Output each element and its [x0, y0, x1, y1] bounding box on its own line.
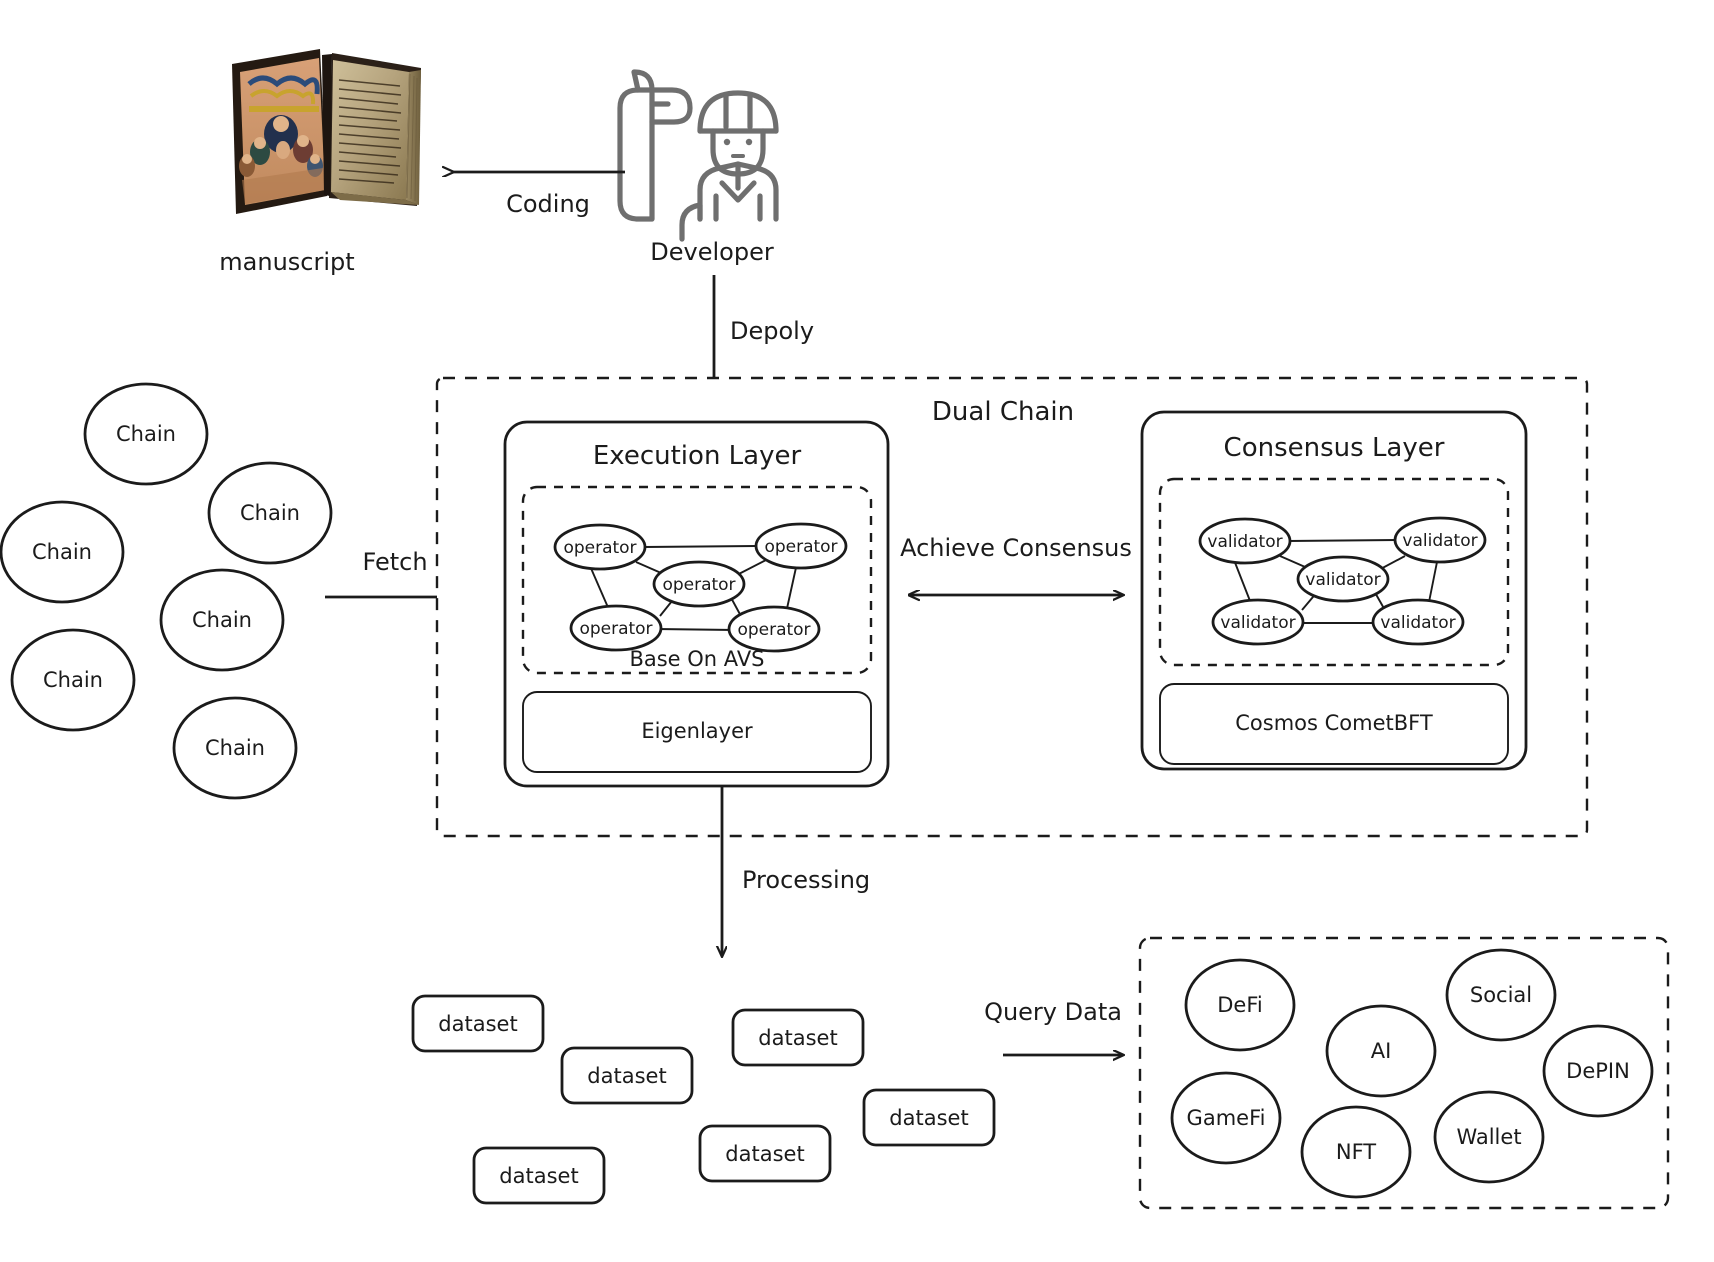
- arrow-query-data-label: Query Data: [984, 998, 1122, 1026]
- chain-node-label: Chain: [116, 422, 176, 446]
- operator-node-label: operator: [579, 619, 652, 639]
- dataset-node[interactable]: dataset: [472, 1146, 606, 1205]
- dual-chain-title: Dual Chain: [932, 397, 1074, 427]
- chain-node[interactable]: Chain: [10, 628, 136, 732]
- validator-node-label: validator: [1380, 613, 1455, 633]
- developer-label: Developer: [650, 238, 774, 266]
- operator-node[interactable]: operator: [652, 560, 746, 608]
- dataset-node-label: dataset: [889, 1106, 968, 1130]
- validator-node-label: validator: [1305, 570, 1380, 590]
- manuscript-label: manuscript: [219, 248, 354, 276]
- arrow-depoly-label: Depoly: [730, 317, 814, 345]
- application-label: DeFi: [1217, 993, 1262, 1017]
- dataset-node-label: dataset: [438, 1012, 517, 1036]
- arrow-processing-label: Processing: [742, 866, 870, 894]
- arrow-fetch-label: Fetch: [362, 548, 427, 576]
- diagram-svg: manuscript Developer Coding Depoly Chain…: [0, 49, 1670, 1210]
- diagram-canvas: manuscript Developer Coding Depoly Chain…: [0, 0, 1714, 1262]
- application-node-depin[interactable]: DePIN: [1542, 1024, 1654, 1118]
- chain-node[interactable]: Chain: [159, 568, 285, 672]
- chain-node[interactable]: Chain: [83, 382, 209, 486]
- dataset-cluster: dataset dataset dataset dataset dataset …: [411, 994, 996, 1205]
- application-label: GameFi: [1187, 1106, 1266, 1130]
- validator-node[interactable]: validator: [1211, 598, 1305, 646]
- dataset-node-label: dataset: [725, 1142, 804, 1166]
- chain-node-label: Chain: [205, 736, 265, 760]
- operator-node-label: operator: [563, 538, 636, 558]
- operator-node[interactable]: operator: [727, 605, 821, 653]
- validator-node[interactable]: validator: [1371, 598, 1465, 646]
- dataset-node[interactable]: dataset: [731, 1008, 865, 1067]
- chain-cluster: Chain Chain Chain Chain Chain Chain: [0, 382, 333, 800]
- consensus-layer-title: Consensus Layer: [1224, 433, 1445, 463]
- chain-node-label: Chain: [192, 608, 252, 632]
- validator-node-label: validator: [1207, 532, 1282, 552]
- dataset-node[interactable]: dataset: [862, 1088, 996, 1147]
- validator-node-label: validator: [1220, 613, 1295, 633]
- operator-node-label: operator: [764, 537, 837, 557]
- arrow-achieve-consensus-label: Achieve Consensus: [900, 534, 1132, 562]
- developer-icon: [617, 69, 779, 242]
- application-label: NFT: [1336, 1140, 1376, 1164]
- chain-node-label: Chain: [43, 668, 103, 692]
- consensus-layer-panel: Consensus Layer validator validator vali…: [1140, 410, 1528, 771]
- arrow-coding-label: Coding: [506, 190, 590, 218]
- application-label: Social: [1470, 983, 1532, 1007]
- base-on-avs-label: Base On AVS: [629, 647, 764, 671]
- dataset-node[interactable]: dataset: [698, 1124, 832, 1183]
- application-node-ai[interactable]: AI: [1325, 1004, 1437, 1098]
- operator-node-label: operator: [662, 575, 735, 595]
- application-node-social[interactable]: Social: [1445, 948, 1557, 1042]
- cosmos-cometbft-label: Cosmos CometBFT: [1235, 711, 1433, 735]
- validator-node-label: validator: [1402, 531, 1477, 551]
- application-node-defi[interactable]: DeFi: [1184, 958, 1296, 1052]
- application-node-nft[interactable]: NFT: [1300, 1105, 1412, 1199]
- chain-node-label: Chain: [240, 501, 300, 525]
- validator-node[interactable]: validator: [1198, 517, 1292, 565]
- operator-node[interactable]: operator: [569, 604, 663, 652]
- manuscript-icon: [232, 49, 421, 214]
- developer-face-details: [723, 138, 753, 158]
- dataset-node-label: dataset: [587, 1064, 666, 1088]
- execution-layer-title: Execution Layer: [593, 441, 802, 471]
- dataset-node-label: dataset: [758, 1026, 837, 1050]
- validator-node[interactable]: validator: [1296, 555, 1390, 603]
- application-node-wallet[interactable]: Wallet: [1433, 1090, 1545, 1184]
- operator-node-label: operator: [737, 620, 810, 640]
- application-label: DePIN: [1566, 1059, 1630, 1083]
- dataset-node-label: dataset: [499, 1164, 578, 1188]
- chain-node-label: Chain: [32, 540, 92, 564]
- eigenlayer-label: Eigenlayer: [641, 719, 753, 743]
- application-label: AI: [1371, 1039, 1392, 1063]
- dataset-node[interactable]: dataset: [411, 994, 545, 1053]
- chain-node[interactable]: Chain: [172, 696, 298, 800]
- operator-node[interactable]: operator: [553, 523, 647, 571]
- chain-node[interactable]: Chain: [207, 461, 333, 565]
- execution-layer-panel: Execution Layer operator operator operat…: [503, 420, 890, 788]
- validator-node[interactable]: validator: [1393, 516, 1487, 564]
- operator-node[interactable]: operator: [754, 522, 848, 570]
- application-node-gamefi[interactable]: GameFi: [1170, 1071, 1282, 1165]
- chain-node[interactable]: Chain: [0, 500, 125, 604]
- dataset-node[interactable]: dataset: [560, 1046, 694, 1105]
- application-label: Wallet: [1456, 1125, 1521, 1149]
